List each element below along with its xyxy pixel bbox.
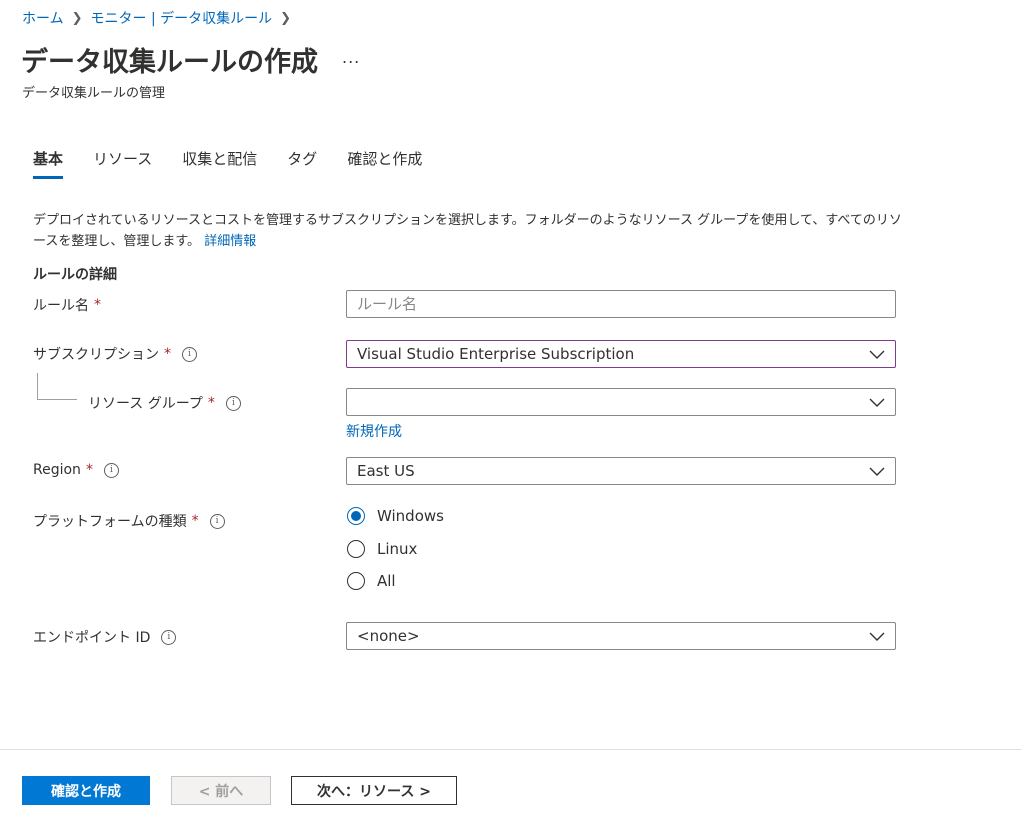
breadcrumb-home[interactable]: ホーム	[22, 8, 64, 28]
tab-collect-and-deliver[interactable]: 収集と配信	[182, 148, 257, 179]
platform-type-label-text: プラットフォームの種類	[33, 514, 187, 530]
subscription-label: サブスクリプション * i	[33, 344, 197, 364]
section-title: ルールの詳細	[33, 267, 117, 283]
page-title: データ収集ルールの作成	[21, 47, 318, 78]
page-subtitle: データ収集ルールの管理	[22, 86, 166, 101]
radio-button[interactable]	[347, 540, 365, 558]
rule-name-field[interactable]	[346, 290, 896, 318]
endpoint-id-value: <none>	[357, 627, 420, 645]
required-marker: *	[164, 346, 171, 362]
subscription-dropdown[interactable]: Visual Studio Enterprise Subscription	[346, 340, 896, 368]
description-text: デプロイされているリソースとコストを管理するサブスクリプションを選択します。フォ…	[33, 213, 902, 249]
create-new-resource-group-link[interactable]: 新規作成	[346, 421, 402, 441]
required-marker: *	[191, 513, 199, 529]
resource-group-label: リソース グループ * i	[88, 393, 241, 413]
info-icon[interactable]: i	[161, 629, 177, 645]
required-marker: *	[94, 297, 101, 313]
required-marker: *	[85, 462, 93, 478]
region-value: East US	[357, 462, 415, 480]
info-icon[interactable]: i	[103, 462, 119, 478]
info-icon[interactable]: i	[182, 346, 197, 362]
info-icon[interactable]: i	[209, 513, 225, 529]
platform-option-label: Linux	[377, 540, 418, 558]
required-marker: *	[207, 395, 215, 411]
breadcrumb-monitor-dcr[interactable]: モニター | データ収集ルール	[91, 8, 273, 28]
subscription-value: Visual Studio Enterprise Subscription	[357, 345, 635, 363]
radio-button[interactable]	[347, 572, 365, 590]
chevron-down-icon	[869, 467, 885, 476]
chevron-right-icon: ❯	[280, 10, 292, 26]
resource-group-dropdown[interactable]	[346, 388, 896, 416]
subscription-label-text: サブスクリプション	[33, 347, 159, 363]
endpoint-id-label: エンドポイント ID i	[33, 627, 177, 647]
tab-basics[interactable]: 基本	[33, 148, 64, 179]
rule-name-input[interactable]	[357, 295, 895, 313]
chevron-down-icon	[869, 350, 885, 359]
footer-divider	[0, 749, 1021, 750]
platform-option-windows[interactable]: Windows	[347, 507, 444, 525]
more-options-button[interactable]: ...	[342, 48, 360, 67]
chevron-right-icon: ❯	[71, 10, 83, 26]
resource-group-label-text: リソース グループ	[88, 396, 203, 412]
platform-option-label: All	[377, 572, 396, 590]
tab-review-create[interactable]: 確認と作成	[347, 148, 422, 179]
endpoint-id-dropdown[interactable]: <none>	[346, 622, 896, 650]
radio-button-checked[interactable]	[347, 507, 365, 525]
platform-option-label: Windows	[377, 507, 444, 525]
previous-button[interactable]: < 前へ	[171, 776, 271, 805]
endpoint-id-label-text: エンドポイント ID	[33, 630, 151, 646]
tab-tags[interactable]: タグ	[287, 148, 317, 179]
region-dropdown[interactable]: East US	[346, 457, 896, 485]
tree-connector-horizontal	[37, 399, 77, 400]
breadcrumb: ホーム ❯ モニター | データ収集ルール ❯	[22, 8, 299, 28]
review-create-button[interactable]: 確認と作成	[22, 776, 150, 805]
platform-option-all[interactable]: All	[347, 572, 396, 590]
next-resources-button[interactable]: 次へ：リソース >	[291, 776, 457, 805]
description: デプロイされているリソースとコストを管理するサブスクリプションを選択します。フォ…	[33, 210, 903, 252]
rule-name-label: ルール名 *	[33, 295, 101, 315]
tab-resources[interactable]: リソース	[93, 148, 152, 179]
region-label-text: Region	[33, 462, 81, 478]
platform-option-linux[interactable]: Linux	[347, 540, 417, 558]
platform-type-label: プラットフォームの種類 * i	[33, 511, 225, 531]
chevron-down-icon	[869, 632, 885, 641]
chevron-down-icon	[869, 398, 885, 407]
learn-more-link[interactable]: 詳細情報	[204, 234, 256, 249]
info-icon[interactable]: i	[225, 395, 241, 411]
rule-name-label-text: ルール名	[33, 298, 89, 314]
region-label: Region * i	[33, 462, 119, 478]
tab-bar: 基本 リソース 収集と配信 タグ 確認と作成	[33, 148, 452, 179]
tree-connector-vertical	[37, 373, 38, 399]
